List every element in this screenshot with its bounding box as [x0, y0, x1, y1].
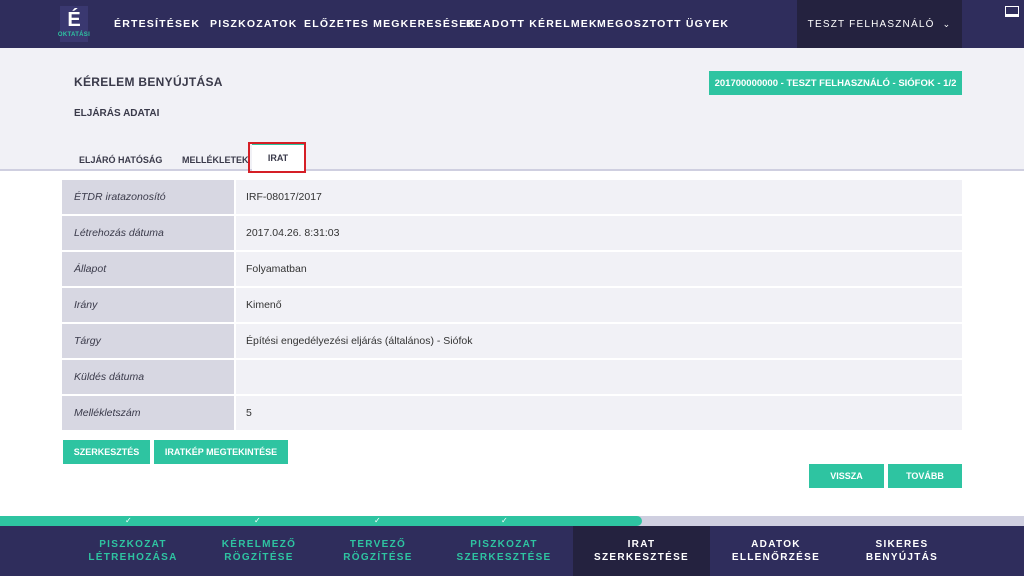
page-header: KÉRELEM BENYÚJTÁSA ELJÁRÁS ADATAI 201700…: [0, 48, 1024, 171]
tab-authority[interactable]: ELJÁRÓ HATÓSÁG: [79, 155, 162, 165]
page-title: KÉRELEM BENYÚJTÁSA: [74, 75, 223, 89]
logo-glyph: É: [67, 9, 81, 31]
row-value: 2017.04.26. 8:31:03: [236, 216, 962, 250]
step-designer[interactable]: TERVEZŐ RÖGZÍTÉSE: [307, 526, 449, 576]
table-row: Küldés dátuma: [62, 360, 962, 394]
case-identifier-badge[interactable]: 201700000000 - TESZT FELHASZNÁLÓ - SIÓFO…: [709, 71, 962, 95]
check-icon: ✓: [254, 516, 261, 525]
table-row: Állapot Folyamatban: [62, 252, 962, 286]
row-label: Küldés dátuma: [62, 360, 234, 394]
nav-item-drafts[interactable]: PISZKOZATOK: [210, 18, 297, 30]
next-button[interactable]: TOVÁBB: [888, 464, 962, 488]
table-row: Tárgy Építési engedélyezési eljárás (ált…: [62, 324, 962, 358]
chevron-down-icon: ⌄: [942, 18, 952, 29]
step-draft-editing[interactable]: PISZKOZAT SZERKESZTÉSE: [433, 526, 575, 576]
row-value: IRF-08017/2017: [236, 180, 962, 214]
wizard-steps: PISZKOZAT LÉTREHOZÁSA KÉRELMEZŐ RÖGZÍTÉS…: [0, 526, 1024, 576]
row-label: Állapot: [62, 252, 234, 286]
row-value: Folyamatban: [236, 252, 962, 286]
step-draft-creation[interactable]: PISZKOZAT LÉTREHOZÁSA: [62, 526, 204, 576]
monitor-icon[interactable]: [1005, 6, 1019, 17]
check-icon: ✓: [125, 516, 132, 525]
tab-document[interactable]: IRAT: [252, 143, 304, 171]
check-icon: ✓: [374, 516, 381, 525]
row-label: Irány: [62, 288, 234, 322]
row-label: Mellékletszám: [62, 396, 234, 430]
step-submission[interactable]: SIKERES BENYÚJTÁS: [831, 526, 973, 576]
top-navigation: É OKTATÁSI ÉRTESÍTÉSEK PISZKOZATOK ELŐZE…: [0, 0, 1024, 48]
document-details-table: ÉTDR iratazonosító IRF-08017/2017 Létreh…: [62, 180, 962, 432]
row-value: [236, 360, 962, 394]
user-name: TESZT FELHASZNÁLÓ: [807, 18, 935, 30]
nav-item-submitted-requests[interactable]: BEADOTT KÉRELMEK: [466, 18, 598, 30]
row-label: ÉTDR iratazonosító: [62, 180, 234, 214]
table-row: Irány Kimenő: [62, 288, 962, 322]
step-data-review[interactable]: ADATOK ELLENŐRZÉSE: [705, 526, 847, 576]
nav-item-shared-cases[interactable]: MEGOSZTOTT ÜGYEK: [597, 18, 729, 30]
table-row: Létrehozás dátuma 2017.04.26. 8:31:03: [62, 216, 962, 250]
row-value: Építési engedélyezési eljárás (általános…: [236, 324, 962, 358]
user-menu[interactable]: TESZT FELHASZNÁLÓ ⌄: [797, 0, 962, 48]
step-document-editing[interactable]: IRAT SZERKESZTÉSE: [573, 526, 710, 576]
table-row: ÉTDR iratazonosító IRF-08017/2017: [62, 180, 962, 214]
row-value: Kimenő: [236, 288, 962, 322]
logo-subtitle: OKTATÁSI: [57, 32, 91, 38]
section-title: ELJÁRÁS ADATAI: [74, 108, 160, 119]
nav-item-preliminary-requests[interactable]: ELŐZETES MEGKERESÉSEK: [304, 18, 476, 30]
nav-item-notifications[interactable]: ÉRTESÍTÉSEK: [114, 18, 200, 30]
edit-button[interactable]: SZERKESZTÉS: [63, 440, 150, 464]
table-row: Mellékletszám 5: [62, 396, 962, 430]
row-value: 5: [236, 396, 962, 430]
row-label: Létrehozás dátuma: [62, 216, 234, 250]
tab-attachments[interactable]: MELLÉKLETEK: [182, 155, 249, 165]
check-icon: ✓: [501, 516, 508, 525]
row-label: Tárgy: [62, 324, 234, 358]
view-document-button[interactable]: IRATKÉP MEGTEKINTÉSE: [154, 440, 288, 464]
back-button[interactable]: VISSZA: [809, 464, 884, 488]
app-logo[interactable]: É OKTATÁSI: [57, 6, 91, 42]
progress-fill: [0, 516, 643, 526]
progress-bar: [0, 516, 1024, 526]
